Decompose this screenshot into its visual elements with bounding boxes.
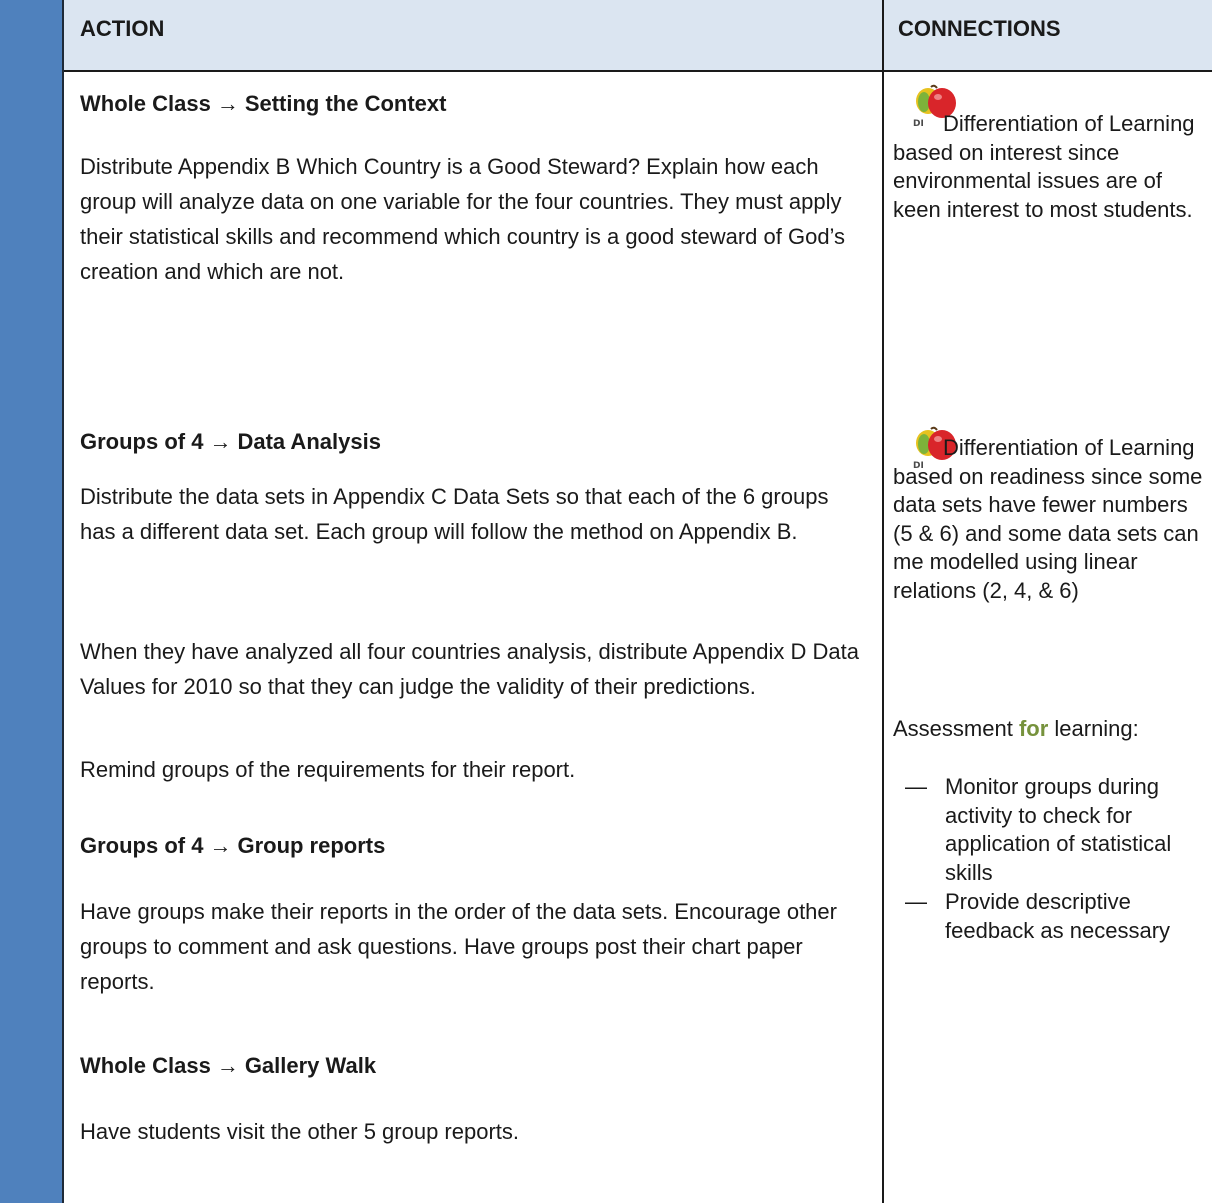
heading-title: Setting the Context <box>244 91 447 116</box>
section-heading-gallery-walk: Whole Class → Gallery Walk <box>80 1048 870 1083</box>
assessment-for-highlight: for <box>1018 716 1049 741</box>
paragraph-group-reports: Have groups make their reports in the or… <box>80 899 837 994</box>
assessment-for-learning-label: Assessment for learning: <box>893 715 1205 744</box>
section-heading-setting-context: Whole Class → Setting the Context <box>80 86 870 121</box>
di-interest-text: Differentiation of Learning based on int… <box>893 110 1205 224</box>
di-readiness-body: Differentiation of Learning based on rea… <box>893 435 1203 603</box>
heading-mode: Groups of 4 <box>80 833 204 858</box>
paragraph-distribute-appendix-d: When they have analyzed all four countri… <box>80 639 859 699</box>
action-column-header: ACTION <box>80 16 165 41</box>
bullet-text: Provide descriptive feedback as necessar… <box>945 889 1171 943</box>
heading-mode: Groups of 4 <box>80 429 204 454</box>
paragraph-distribute-data-sets: Distribute the data sets in Appendix C D… <box>80 484 829 544</box>
assessment-prefix: Assessment <box>893 716 1019 741</box>
section-heading-data-analysis: Groups of 4 → Data Analysis <box>80 424 870 459</box>
heading-mode: Whole Class <box>80 91 211 116</box>
left-color-band <box>0 0 64 1203</box>
dash-bullet-icon: — <box>905 889 927 914</box>
arrow-right-icon: → <box>216 91 239 116</box>
paragraph-setting-context: Distribute Appendix B Which Country is a… <box>80 154 846 284</box>
paragraph-remind-groups: Remind groups of the requirements for th… <box>80 757 576 782</box>
bullet-text: Monitor groups during activity to check … <box>945 774 1172 885</box>
heading-title: Gallery Walk <box>244 1053 377 1078</box>
dash-bullet-icon: — <box>905 774 927 799</box>
section-heading-group-reports: Groups of 4 → Group reports <box>80 828 870 863</box>
paragraph-gallery-walk: Have students visit the other 5 group re… <box>80 1119 520 1144</box>
di-interest-body: Differentiation of Learning based on int… <box>893 111 1195 222</box>
di-readiness-text: Differentiation of Learning based on rea… <box>893 434 1205 606</box>
arrow-right-icon: → <box>209 429 232 454</box>
arrow-right-icon: → <box>216 1053 239 1078</box>
heading-mode: Whole Class <box>80 1053 211 1078</box>
connections-column-header: CONNECTIONS <box>898 16 1061 41</box>
heading-title: Group reports <box>237 833 386 858</box>
arrow-right-icon: → <box>209 833 232 858</box>
column-divider <box>882 0 884 1203</box>
assessment-suffix: learning: <box>1048 716 1139 741</box>
heading-title: Data Analysis <box>237 429 381 454</box>
